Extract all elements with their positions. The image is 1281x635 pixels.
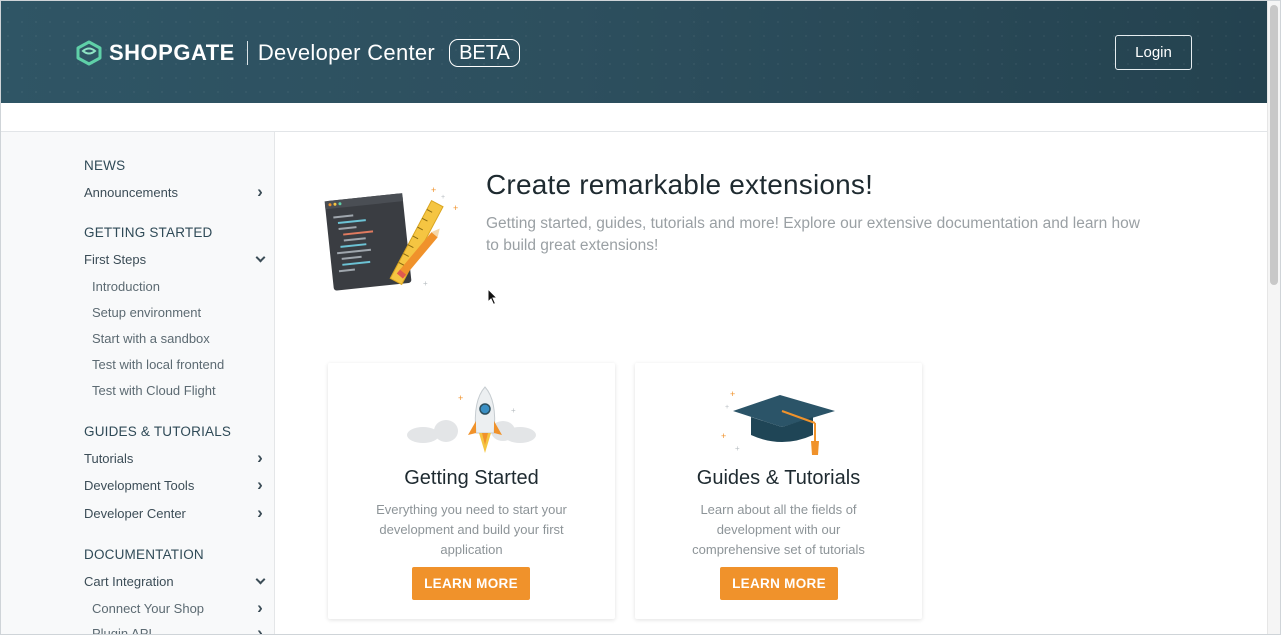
sidebar-item-tutorials[interactable]: Tutorials bbox=[84, 451, 266, 466]
sidebar-item-label: Introduction bbox=[92, 279, 160, 294]
sidebar-item-connect-your-shop[interactable]: Connect Your Shop bbox=[92, 601, 266, 616]
beta-badge: BETA bbox=[449, 39, 520, 67]
logo[interactable]: SHOPGATE Developer Center BETA bbox=[75, 39, 520, 67]
scrollbar-thumb[interactable] bbox=[1270, 5, 1278, 285]
sidebar-item-label: Development Tools bbox=[84, 478, 195, 493]
header-subtitle: Developer Center bbox=[257, 40, 436, 65]
brand-name: SHOPGATE bbox=[109, 40, 235, 65]
mouse-cursor-icon bbox=[487, 288, 499, 306]
sidebar-item-announcements[interactable]: Announcements bbox=[84, 185, 266, 200]
sub-navigation-bar bbox=[1, 103, 1267, 132]
svg-text:+: + bbox=[721, 431, 726, 441]
sidebar-item-start-sandbox[interactable]: Start with a sandbox bbox=[92, 331, 266, 346]
sidebar-item-label: First Steps bbox=[84, 252, 147, 267]
svg-text:+: + bbox=[730, 389, 735, 399]
chevron-right-icon bbox=[254, 602, 266, 616]
section-documentation: DOCUMENTATION bbox=[84, 547, 204, 562]
learn-more-button[interactable]: LEARN MORE bbox=[720, 567, 838, 600]
sidebar-item-label: Plugin API bbox=[92, 626, 152, 635]
svg-text:+: + bbox=[441, 194, 445, 201]
sidebar-item-label: Test with Cloud Flight bbox=[92, 383, 216, 398]
sidebar-item-label: Test with local frontend bbox=[92, 357, 225, 372]
section-getting-started: GETTING STARTED bbox=[84, 225, 213, 240]
graduation-cap-icon: + + + + bbox=[721, 389, 835, 455]
sidebar-item-label: Setup environment bbox=[92, 305, 202, 320]
chevron-right-icon bbox=[254, 452, 266, 466]
chevron-down-icon bbox=[255, 252, 266, 263]
section-guides-tutorials: GUIDES & TUTORIALS bbox=[84, 424, 232, 439]
svg-text:+: + bbox=[453, 203, 458, 213]
sidebar-item-label: Start with a sandbox bbox=[92, 331, 210, 346]
sidebar-item-introduction[interactable]: Introduction bbox=[92, 279, 266, 294]
learn-more-button[interactable]: LEARN MORE bbox=[412, 567, 530, 600]
sidebar-item-cart-integration[interactable]: Cart Integration bbox=[84, 574, 266, 589]
header-divider bbox=[246, 41, 248, 65]
sidebar-item-test-local-frontend[interactable]: Test with local frontend bbox=[92, 357, 266, 372]
card-getting-started: + + Getting Started Everything you need … bbox=[328, 363, 615, 619]
site-header: SHOPGATE Developer Center BETA Login bbox=[1, 1, 1267, 103]
card-description: Learn about all the fields of developmen… bbox=[692, 502, 865, 557]
card-guides-tutorials: + + + + Guides & Tutorials Learn about a… bbox=[635, 363, 922, 619]
chevron-right-icon bbox=[254, 479, 266, 493]
svg-text:+: + bbox=[431, 185, 436, 195]
sidebar-item-development-tools[interactable]: Development Tools bbox=[84, 478, 266, 493]
svg-text:+: + bbox=[735, 444, 740, 453]
svg-text:+: + bbox=[423, 279, 428, 288]
sidebar-item-label: Cart Integration bbox=[84, 574, 174, 589]
hero-description: Getting started, guides, tutorials and m… bbox=[486, 215, 1140, 254]
chevron-right-icon bbox=[254, 186, 266, 200]
sidebar-item-plugin-api[interactable]: Plugin API bbox=[92, 626, 266, 635]
sidebar-item-label: Tutorials bbox=[84, 451, 134, 466]
chevron-right-icon bbox=[254, 507, 266, 521]
chevron-right-icon bbox=[254, 627, 266, 635]
sidebar-item-label: Announcements bbox=[84, 185, 178, 200]
section-news: NEWS bbox=[84, 158, 126, 173]
chevron-down-icon bbox=[255, 574, 266, 585]
hero-title: Create remarkable extensions! bbox=[486, 169, 874, 200]
sidebar-item-label: Developer Center bbox=[84, 506, 186, 521]
sidebar-item-developer-center[interactable]: Developer Center bbox=[84, 506, 266, 521]
sidebar-item-test-cloud-flight[interactable]: Test with Cloud Flight bbox=[92, 383, 266, 398]
sidebar-item-first-steps[interactable]: First Steps bbox=[84, 252, 266, 267]
sidebar-item-setup-environment[interactable]: Setup environment bbox=[92, 305, 266, 320]
sidebar-nav: NEWS Announcements GETTING STARTED First… bbox=[1, 132, 275, 635]
svg-text:+: + bbox=[511, 406, 516, 415]
browser-viewport: SHOPGATE Developer Center BETA Login NEW… bbox=[0, 0, 1281, 635]
login-button[interactable]: Login bbox=[1115, 35, 1192, 70]
shopgate-logo-icon bbox=[76, 40, 102, 66]
card-title: Getting Started bbox=[404, 467, 539, 489]
card-title: Guides & Tutorials bbox=[696, 467, 861, 489]
card-description: Everything you need to start your develo… bbox=[376, 502, 567, 557]
code-editor-illustration-icon: + + + + bbox=[324, 185, 458, 291]
rocket-icon: + + bbox=[407, 386, 536, 453]
svg-text:+: + bbox=[725, 404, 729, 411]
sidebar-item-label: Connect Your Shop bbox=[92, 601, 205, 616]
svg-text:+: + bbox=[458, 393, 463, 403]
